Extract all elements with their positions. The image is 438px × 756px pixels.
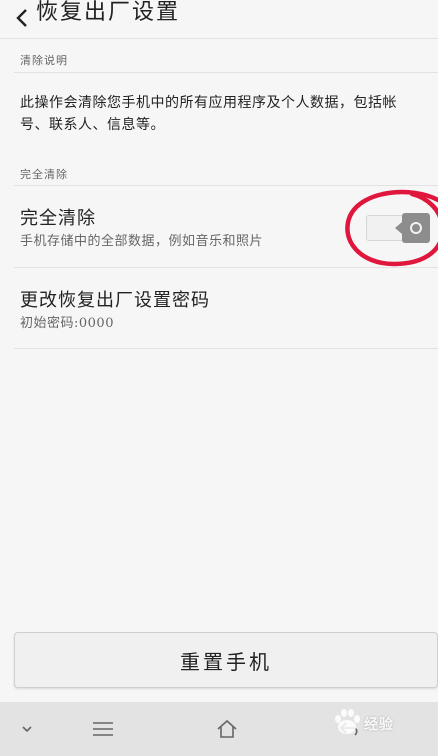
header: 恢复出厂设置 [0, 0, 438, 38]
section-label-full-clear: 完全清除 [20, 168, 68, 181]
nav-back-button[interactable] [336, 716, 362, 742]
chevron-down-icon [22, 726, 32, 733]
toggle-knob [395, 213, 430, 243]
section-divider [14, 72, 438, 73]
full-clear-subtitle: 手机存储中的全部数据，例如音乐和照片 [20, 234, 264, 249]
full-clear-title: 完全清除 [20, 208, 96, 229]
back-button[interactable] [10, 4, 34, 32]
section-label-clear-description: 清除说明 [20, 54, 68, 67]
nav-home-button[interactable] [214, 716, 240, 742]
home-icon [217, 719, 237, 738]
clear-description-text: 此操作会清除您手机中的所有应用程序及个人数据，包括帐号、联系人、信息等。 [20, 95, 397, 133]
menu-icon [93, 722, 113, 736]
section-divider [14, 185, 438, 186]
system-navbar [0, 702, 438, 756]
full-clear-toggle[interactable] [366, 213, 430, 243]
nav-menu-button[interactable] [90, 716, 116, 742]
reset-phone-button[interactable]: 重置手机 [14, 632, 438, 688]
chevron-left-icon [16, 9, 27, 27]
row-divider [14, 348, 438, 349]
nav-collapse-button[interactable] [14, 716, 40, 742]
row-divider [14, 267, 438, 268]
back-icon [339, 722, 358, 736]
header-divider [0, 38, 438, 39]
change-password-subtitle: 初始密码:0000 [20, 316, 114, 331]
change-password-title: 更改恢复出厂设置密码 [20, 290, 210, 311]
page-title: 恢复出厂设置 [36, 0, 181, 25]
